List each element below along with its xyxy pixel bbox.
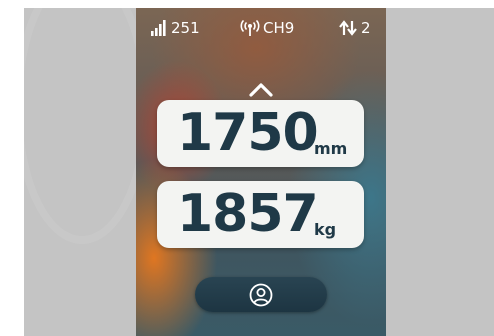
height-readout-card: 1750 mm	[157, 100, 364, 167]
status-bar: 251 CH9 2	[136, 8, 386, 48]
user-icon	[249, 283, 273, 306]
channel-label: CH9	[263, 19, 295, 37]
weight-unit: kg	[314, 220, 337, 239]
weight-readout-card: 1857 kg	[157, 181, 364, 248]
signal-bars-icon	[151, 20, 166, 36]
channel-status: CH9	[240, 19, 294, 37]
radio-waves-icon	[240, 20, 260, 36]
device-screen: 251 CH9 2 1750 mm 1857 kg	[136, 8, 386, 336]
profile-button[interactable]	[195, 277, 327, 312]
chevron-up-icon[interactable]	[246, 80, 276, 100]
links-count: 2	[361, 19, 371, 37]
height-value: 1750	[177, 103, 319, 163]
signal-status: 251	[150, 19, 200, 37]
height-unit: mm	[314, 139, 348, 158]
signal-value: 251	[171, 19, 200, 37]
weight-value: 1857	[177, 184, 319, 244]
up-down-arrows-icon	[339, 20, 357, 36]
links-status: 2	[338, 19, 371, 37]
